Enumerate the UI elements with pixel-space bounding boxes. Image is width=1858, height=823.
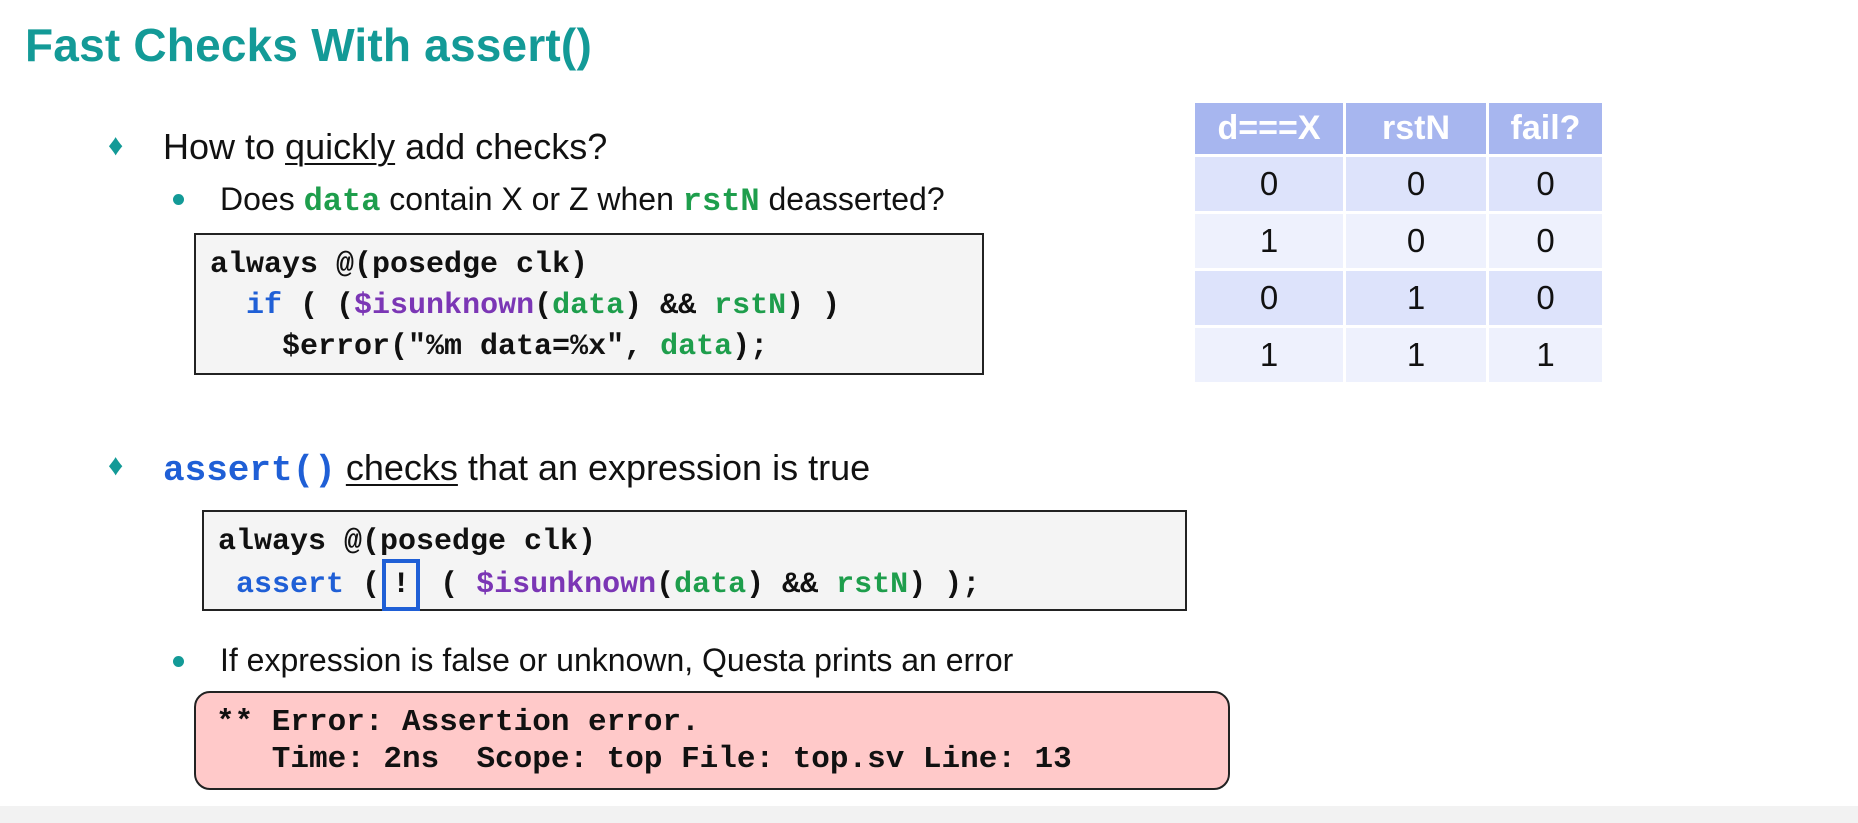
var-rstn: rstN <box>714 289 787 323</box>
bullet-suffix: that an expression is true <box>457 447 871 488</box>
table-cell: 0 <box>1346 157 1486 211</box>
table-cell: 1 <box>1346 328 1486 382</box>
error-line-2: Time: 2ns Scope: top File: top.sv Line: … <box>216 742 1072 777</box>
table-cell: 0 <box>1489 214 1602 268</box>
table-cell: 1 <box>1195 328 1343 382</box>
code-line-2: assert (! ( $isunknown(data) && rstN) ); <box>218 559 1185 611</box>
code-line-1: always @(posedge clk) <box>218 525 597 559</box>
table-cell: 0 <box>1489 271 1602 325</box>
table-cell: 1 <box>1346 271 1486 325</box>
table-cell: 0 <box>1195 157 1343 211</box>
sub-text-3: deasserted? <box>759 181 945 217</box>
sub-text-1: Does <box>220 181 304 217</box>
inline-code-data: data <box>303 183 381 220</box>
var-rstn: rstN <box>836 568 909 602</box>
sub-bullet-error-note: If expression is false or unknown, Quest… <box>220 642 1014 678</box>
diamond-bullet-icon: ♦ <box>108 449 124 482</box>
header-d-equals-x: d===X <box>1195 103 1343 154</box>
keyword-assert: assert <box>236 568 345 602</box>
inline-code-rstn: rstN <box>682 183 760 220</box>
table-cell: 1 <box>1195 214 1343 268</box>
function-isunknown: $isunknown <box>476 568 657 602</box>
diamond-bullet-icon: ♦ <box>108 129 124 162</box>
error-output-box: ** Error: Assertion error. Time: 2ns Sco… <box>194 691 1230 790</box>
dot-bullet-icon <box>173 194 184 205</box>
error-line-1: ** Error: Assertion error. <box>216 705 700 740</box>
table-row: 0 0 0 <box>1195 157 1602 211</box>
underlined-word: checks <box>345 447 458 488</box>
code-line-1: always @(posedge clk) <box>210 248 589 282</box>
var-data: data <box>660 330 733 364</box>
table-cell: 0 <box>1195 271 1343 325</box>
function-isunknown: $isunknown <box>354 289 535 323</box>
code-line-3: $error("%m data=%x", data); <box>282 330 769 364</box>
table-cell: 0 <box>1489 157 1602 211</box>
table-row: 1 0 0 <box>1195 214 1602 268</box>
keyword-if: if <box>246 289 283 323</box>
dot-bullet-icon <box>173 656 184 667</box>
sub-bullet-question: Does data contain X or Z when rstN deass… <box>220 181 945 220</box>
code-block-assert: always @(posedge clk) assert (! ( $isunk… <box>202 510 1187 611</box>
truth-table: d===X rstN fail? 0 0 0 1 0 0 0 1 0 1 1 1 <box>1192 100 1605 385</box>
inline-code-assert: assert() <box>163 450 336 491</box>
bullet-prefix: How to <box>163 126 286 167</box>
header-rstn: rstN <box>1346 103 1486 154</box>
table-cell: 1 <box>1489 328 1602 382</box>
underlined-word: quickly <box>285 126 396 167</box>
sub-text-2: contain X or Z when <box>380 181 683 217</box>
code-line-2: if ( ($isunknown(data) && rstN) ) <box>246 289 841 323</box>
truth-table-header: d===X rstN fail? <box>1195 103 1602 154</box>
table-cell: 0 <box>1346 214 1486 268</box>
var-data: data <box>552 289 625 323</box>
highlighted-negation-operator: ! <box>382 559 421 611</box>
slide-footer-band <box>0 806 1858 823</box>
bullet-assert-checks: assert() checks that an expression is tr… <box>163 447 870 491</box>
table-row: 1 1 1 <box>1195 328 1602 382</box>
bullet-quick-checks: How to quickly add checks? <box>163 126 607 168</box>
code-block-error-check: always @(posedge clk) if ( ($isunknown(d… <box>194 233 984 375</box>
table-row: 0 1 0 <box>1195 271 1602 325</box>
var-data: data <box>674 568 747 602</box>
header-fail: fail? <box>1489 103 1602 154</box>
slide-title: Fast Checks With assert() <box>25 19 592 71</box>
bullet-suffix: add checks? <box>395 126 608 167</box>
